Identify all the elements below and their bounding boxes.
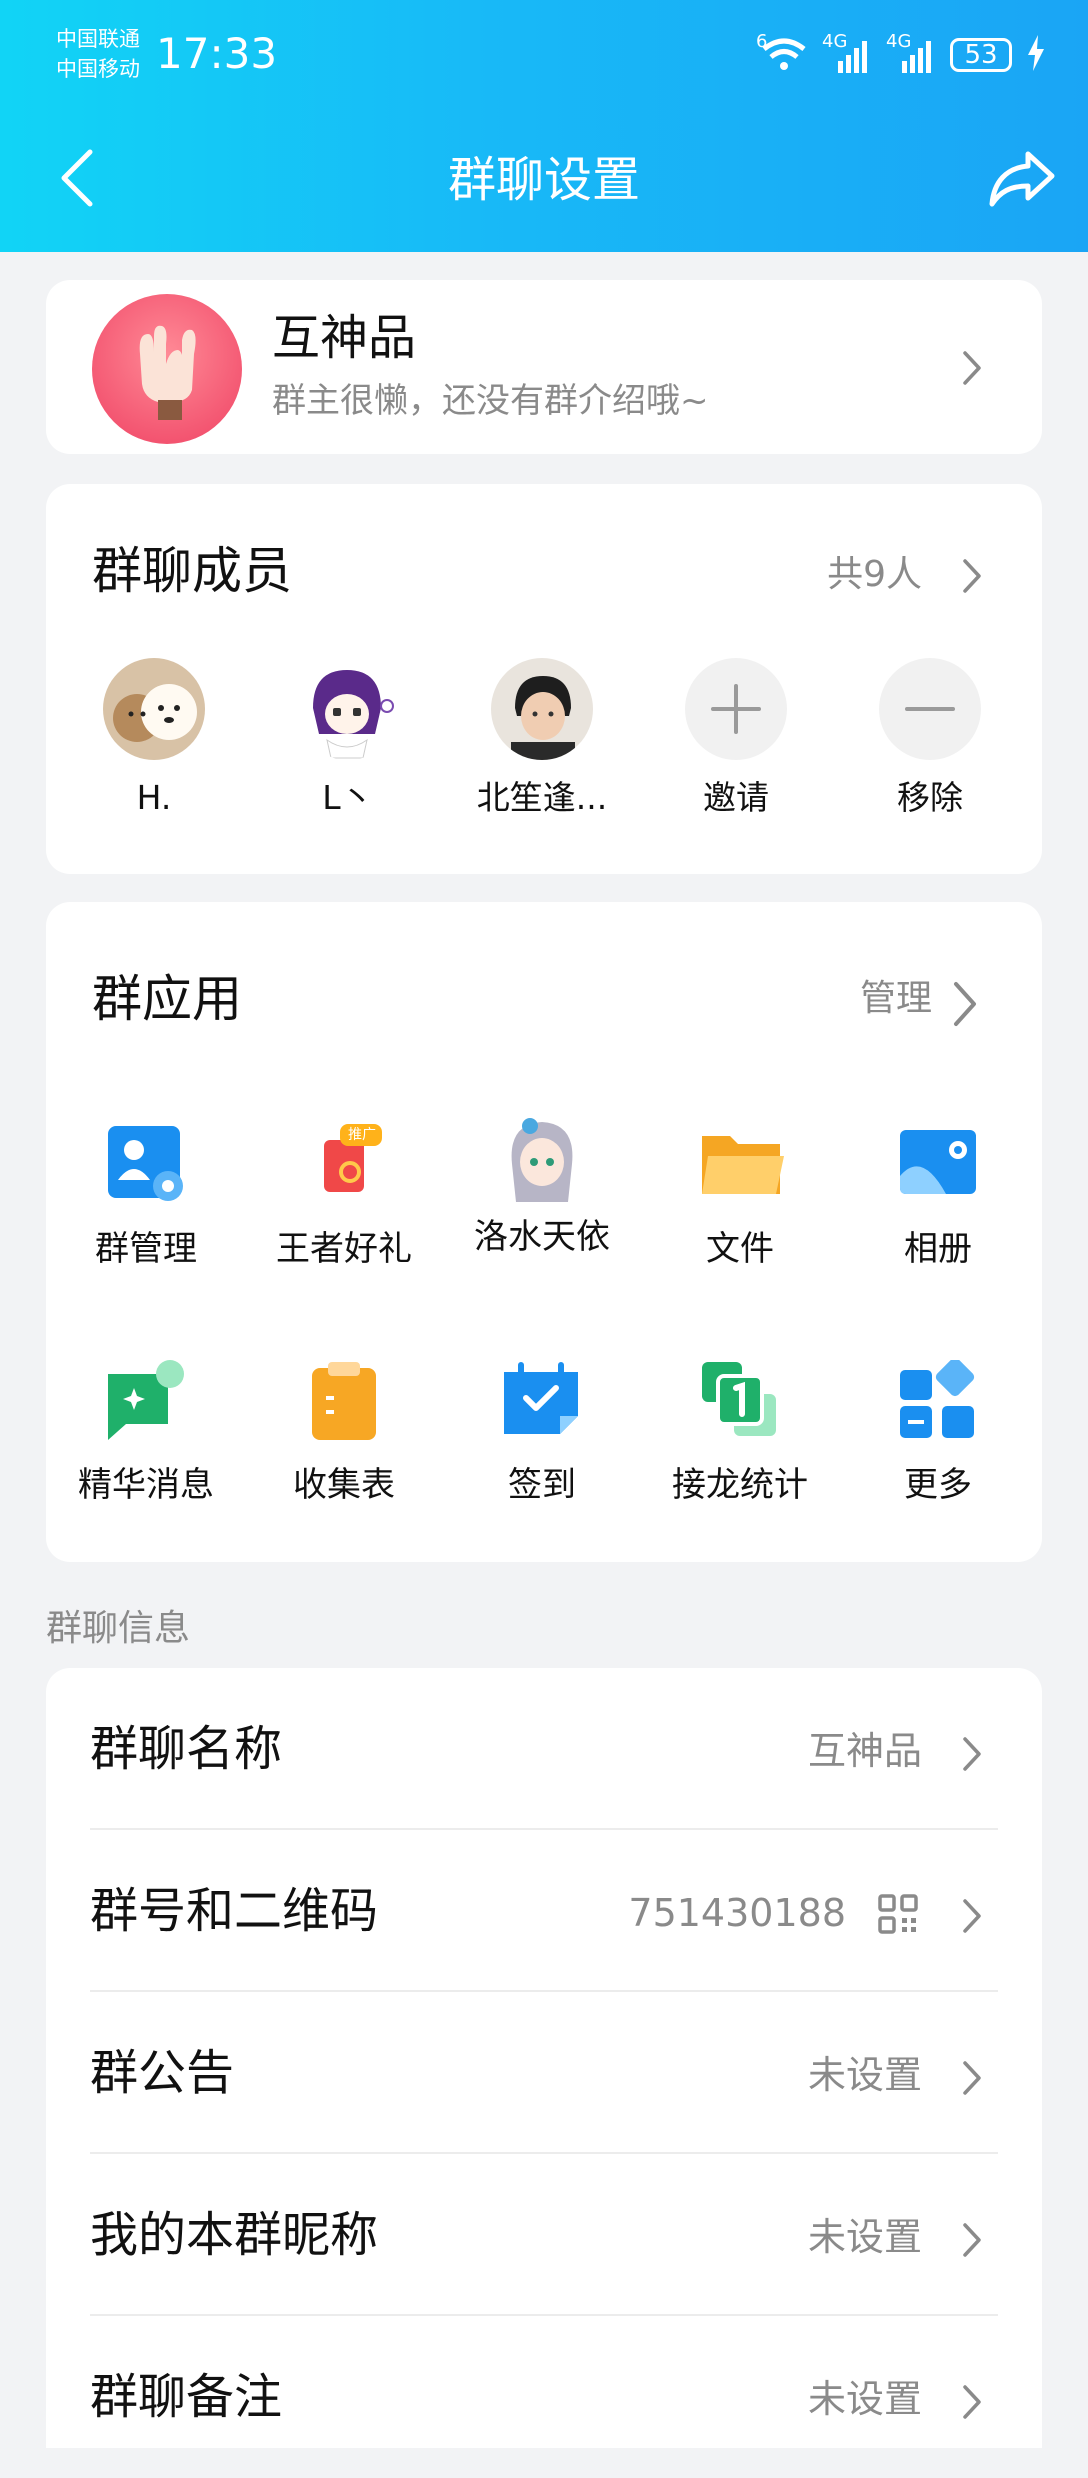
row-label: 群聊备注	[90, 2369, 283, 2425]
info-card: 群聊名称 互神品 群号和二维码 751430188 群公告 未设置 我的本群昵称…	[46, 1668, 1042, 2448]
row-label: 群聊名称	[90, 1721, 283, 1777]
row-group-name[interactable]: 群聊名称 互神品	[46, 1668, 1042, 1830]
folder-icon	[700, 1124, 784, 1204]
network-type-1: 4G	[822, 31, 848, 52]
apps-manage-link[interactable]: 管理	[860, 974, 932, 1024]
chevron-right-icon[interactable]	[962, 558, 982, 594]
row-my-nickname[interactable]: 我的本群昵称 未设置	[46, 2154, 1042, 2316]
group-profile-card[interactable]: 互神品 群主很懒，还没有群介绍哦~	[46, 280, 1042, 454]
remove-label: 移除	[897, 778, 963, 817]
chevron-right-icon	[962, 350, 982, 386]
chevron-right-icon	[962, 2384, 982, 2420]
share-arrow-icon	[989, 151, 1055, 207]
row-group-remark[interactable]: 群聊备注 未设置	[46, 2316, 1042, 2478]
chain-count-icon	[700, 1360, 780, 1440]
row-label: 群公告	[90, 2045, 235, 2101]
member-name: 北笙逢...	[476, 778, 608, 817]
app-label: 群管理	[95, 1229, 197, 1269]
avatar	[297, 658, 399, 760]
battery-icon: 53	[950, 38, 1012, 72]
promo-badge: 推广	[348, 1127, 376, 1143]
chevron-right-icon	[962, 2222, 982, 2258]
apps-card: 群应用 管理 群管理 推广 王者好礼 洛水天依 文件 相册 精华消息 收集表 签…	[46, 902, 1042, 1562]
avatar	[491, 658, 593, 760]
member-count[interactable]: 共9人	[827, 550, 922, 600]
row-value: 未设置	[807, 2215, 922, 2259]
signal-icon: 4G	[822, 31, 872, 75]
app-highlight-messages[interactable]: 精华消息	[46, 1360, 246, 1508]
plus-icon	[685, 658, 787, 760]
member-name: L丶	[322, 778, 374, 817]
chevron-right-icon	[962, 1736, 982, 1772]
chevron-right-icon[interactable]	[952, 980, 978, 1028]
album-icon	[898, 1124, 978, 1204]
chevron-right-icon	[962, 2060, 982, 2096]
minus-icon	[879, 658, 981, 760]
charging-icon	[1026, 35, 1046, 75]
app-label: 相册	[904, 1229, 972, 1269]
group-id-value: 751430188	[628, 1891, 846, 1935]
row-label: 群号和二维码	[90, 1883, 379, 1939]
carrier-info: 中国联通 中国移动	[56, 24, 140, 84]
group-name: 互神品	[272, 310, 417, 366]
highlight-message-icon	[106, 1360, 186, 1440]
checkin-calendar-icon	[502, 1360, 582, 1440]
members-card: 群聊成员 共9人 H. L丶 北笙逢... 邀请 移除	[46, 484, 1042, 874]
row-announcement[interactable]: 群公告 未设置	[46, 1992, 1042, 2154]
share-button[interactable]	[988, 148, 1058, 210]
app-files[interactable]: 文件	[640, 1124, 840, 1272]
group-intro: 群主很懒，还没有群介绍哦~	[272, 381, 709, 421]
more-grid-icon	[898, 1357, 978, 1440]
group-manage-icon	[106, 1124, 186, 1204]
app-label: 更多	[904, 1465, 972, 1505]
app-label: 王者好礼	[276, 1229, 412, 1269]
invite-button[interactable]: 邀请	[656, 658, 816, 820]
app-group-manage[interactable]: 群管理	[46, 1124, 246, 1272]
invite-label: 邀请	[703, 778, 769, 817]
gift-icon: 推广	[304, 1124, 384, 1204]
app-more[interactable]: 更多	[838, 1357, 1038, 1508]
app-collection-form[interactable]: 收集表	[244, 1360, 444, 1508]
signal-icon: 4G	[886, 31, 936, 75]
app-label: 洛水天依	[474, 1217, 610, 1257]
apps-title: 群应用	[92, 970, 242, 1028]
wifi-icon: 6	[756, 31, 808, 75]
row-value: 互神品	[807, 1729, 922, 1773]
app-label: 签到	[508, 1465, 576, 1505]
app-label: 收集表	[293, 1465, 395, 1505]
clipboard-icon	[304, 1360, 384, 1440]
header: 中国联通 中国移动 17:33 6 4G 4G 53 群聊设置	[0, 0, 1088, 252]
row-label: 我的本群昵称	[90, 2207, 379, 2263]
app-label: 文件	[706, 1229, 774, 1269]
app-label: 精华消息	[78, 1465, 214, 1505]
row-group-id-qrcode[interactable]: 群号和二维码 751430188	[46, 1830, 1042, 1992]
row-value: 未设置	[807, 2053, 922, 2097]
status-icons: 6 4G 4G 53	[756, 30, 1046, 80]
carrier-2: 中国移动	[56, 57, 140, 81]
qrcode-icon[interactable]	[878, 1894, 918, 1934]
wifi-badge: 6	[756, 31, 768, 52]
app-honor-gift[interactable]: 推广 王者好礼	[244, 1124, 444, 1272]
app-label: 接龙统计	[672, 1465, 808, 1505]
group-avatar	[92, 294, 242, 444]
app-chain-count[interactable]: 接龙统计	[640, 1360, 840, 1508]
chevron-right-icon	[962, 1898, 982, 1934]
member-name: H.	[136, 778, 172, 817]
remove-button[interactable]: 移除	[850, 658, 1010, 820]
member-item[interactable]: L丶	[268, 658, 428, 820]
app-album[interactable]: 相册	[838, 1124, 1038, 1272]
row-value: 未设置	[807, 2377, 922, 2421]
status-time: 17:33	[156, 29, 278, 78]
app-checkin[interactable]: 签到	[442, 1360, 642, 1508]
character-icon	[494, 1110, 590, 1206]
app-luoshui[interactable]: 洛水天依	[442, 1118, 642, 1260]
members-title: 群聊成员	[92, 542, 292, 600]
info-section-label: 群聊信息	[46, 1608, 191, 1649]
member-item[interactable]: 北笙逢...	[462, 658, 622, 820]
page-title: 群聊设置	[447, 152, 640, 208]
avatar	[103, 658, 205, 760]
network-type-2: 4G	[886, 31, 912, 52]
member-item[interactable]: H.	[74, 658, 234, 820]
carrier-1: 中国联通	[56, 27, 140, 51]
